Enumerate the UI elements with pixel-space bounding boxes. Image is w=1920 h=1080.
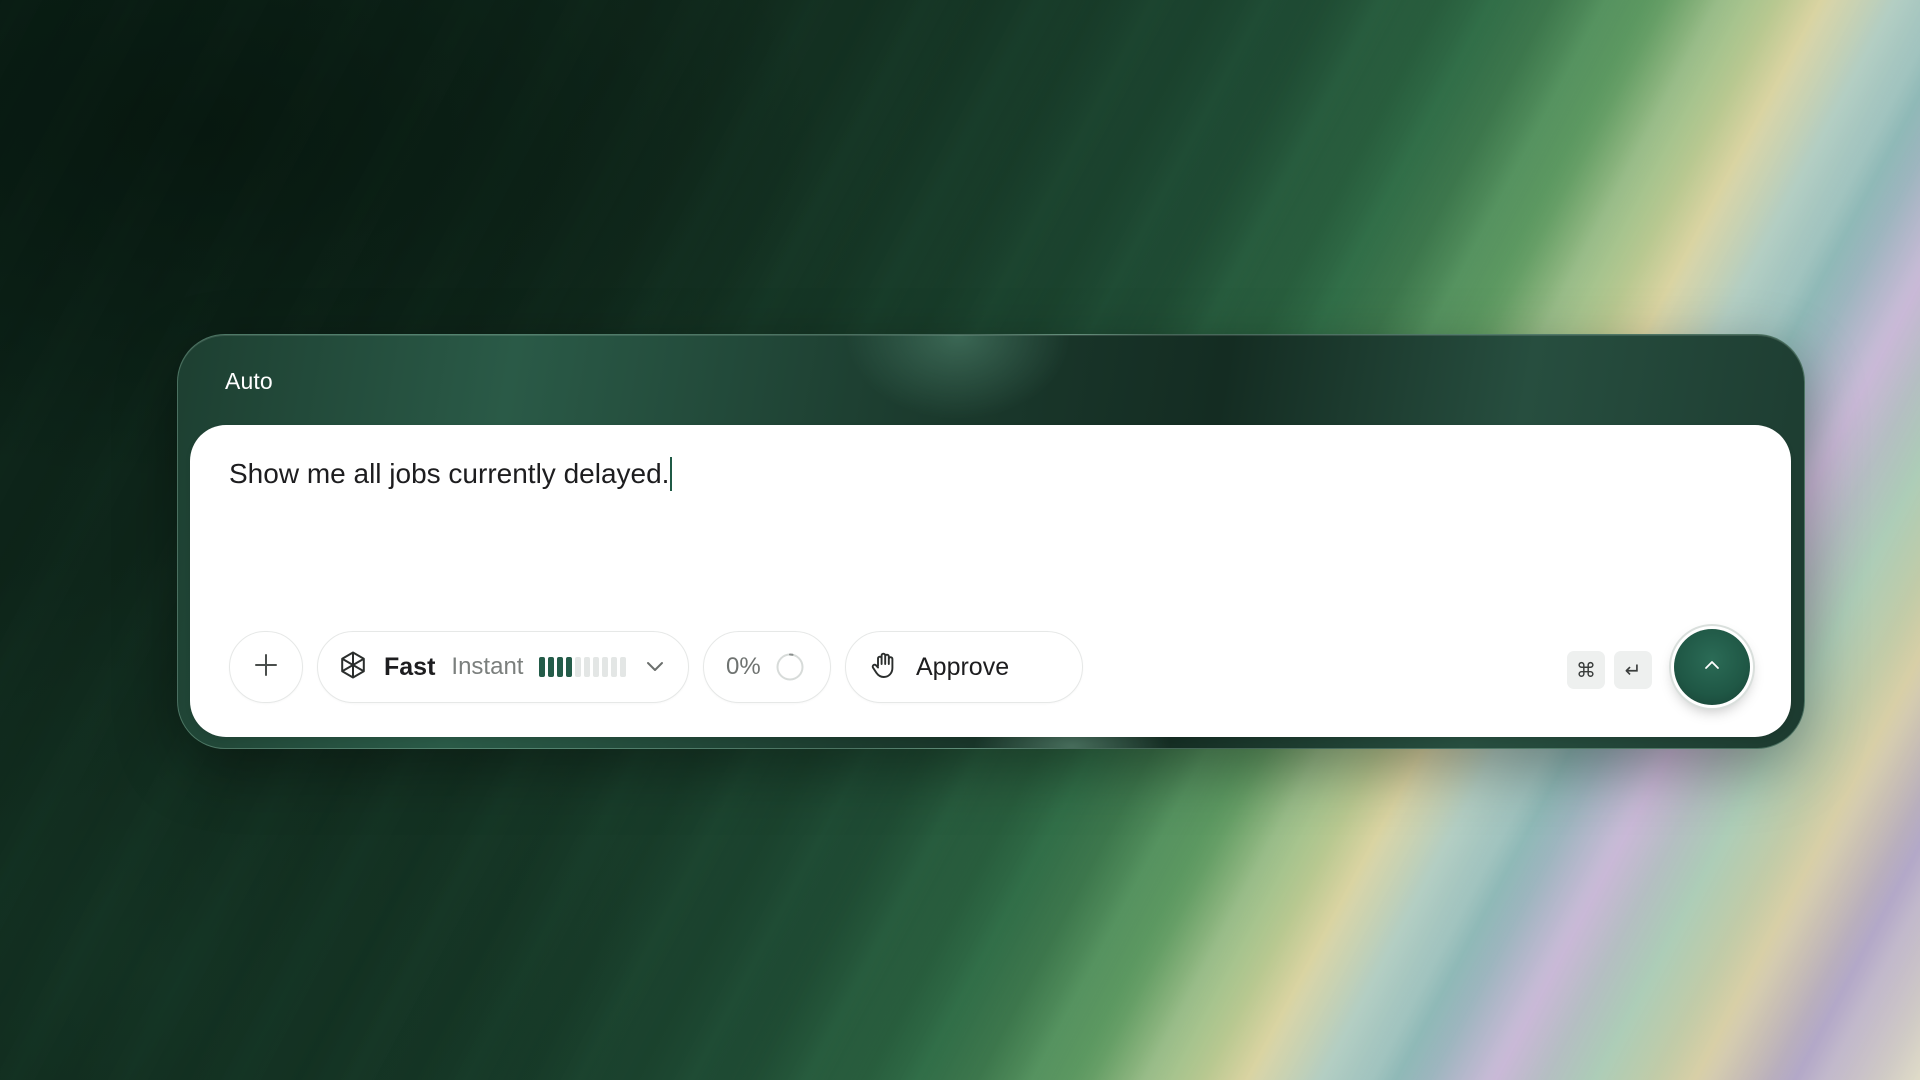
mode-label[interactable]: Auto [225, 368, 273, 395]
prompt-composer: Auto Show me all jobs currently delayed. [177, 334, 1805, 749]
enter-key-hint: ↵ [1614, 651, 1652, 689]
model-name: Fast [384, 652, 436, 681]
return-icon: ↵ [1624, 658, 1642, 682]
speed-meter-segment [602, 657, 609, 677]
model-selector[interactable]: Fast Instant [317, 631, 689, 703]
plus-icon [253, 652, 279, 683]
openai-logo-icon [336, 648, 370, 687]
hand-icon [868, 649, 900, 686]
speed-meter [539, 657, 627, 677]
prompt-card: Show me all jobs currently delayed. Fast… [190, 425, 1791, 737]
text-caret [670, 457, 673, 491]
progress-indicator[interactable]: 0% [703, 631, 831, 703]
approval-mode-button[interactable]: Approve [845, 631, 1083, 703]
prompt-input[interactable]: Show me all jobs currently delayed. [229, 457, 673, 491]
model-speed: Instant [451, 653, 524, 680]
speed-meter-segment [548, 657, 555, 677]
progress-ring-icon [775, 652, 805, 682]
speed-meter-segment [539, 657, 546, 677]
chevron-down-icon [646, 661, 664, 673]
speed-meter-segment [611, 657, 618, 677]
prompt-text: Show me all jobs currently delayed. [229, 458, 670, 489]
speed-meter-segment [620, 657, 627, 677]
add-button[interactable] [229, 631, 303, 703]
approval-label: Approve [916, 652, 1010, 681]
speed-meter-segment [584, 657, 591, 677]
speed-meter-segment [557, 657, 564, 677]
send-button[interactable] [1674, 629, 1750, 705]
command-key-hint: ⌘ [1567, 651, 1605, 689]
speed-meter-segment [566, 657, 573, 677]
speed-meter-segment [593, 657, 600, 677]
progress-value: 0% [726, 653, 761, 680]
chevron-up-icon [1703, 658, 1721, 676]
speed-meter-segment [575, 657, 582, 677]
command-icon: ⌘ [1576, 658, 1596, 682]
